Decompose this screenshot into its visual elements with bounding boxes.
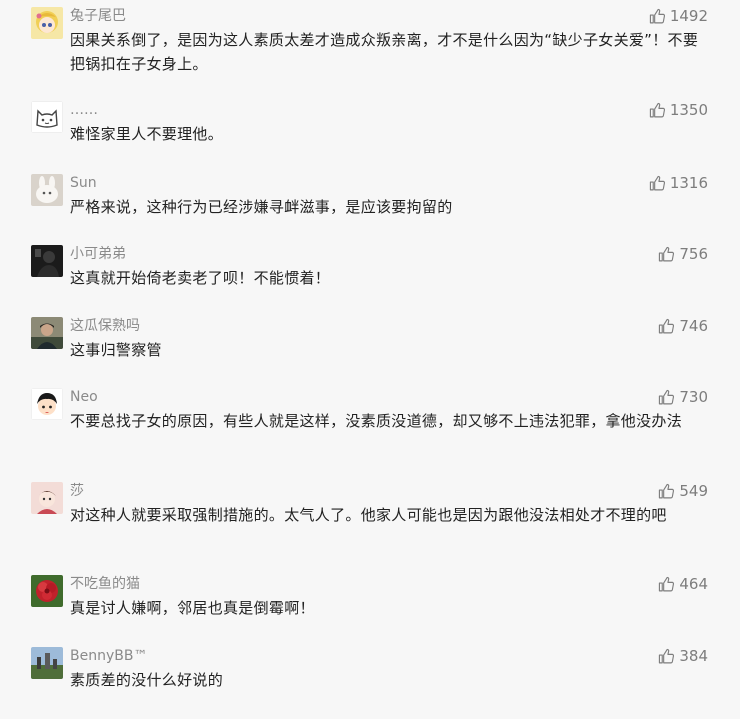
comment-text: 真是讨人嫌啊，邻居也真是倒霉啊！: [70, 599, 315, 617]
comment-list: 兔子尾巴 因果关系倒了，是因为这人素质太差才造成众叛亲离，才不是什么因为“缺少子…: [0, 0, 740, 719]
like-count: 746: [679, 317, 708, 335]
comment-text: 难怪家里人不要理他。: [70, 125, 224, 143]
like-button[interactable]: 1350: [649, 100, 708, 120]
cartoon-boy-avatar-icon[interactable]: [31, 388, 63, 420]
thumbs-up-icon: [659, 648, 675, 663]
comment-text: 对这种人就要采取强制措施的。太气人了。他家人可能也是因为跟他没法相处才不理的吧: [70, 506, 667, 524]
person-photo-avatar-icon[interactable]: [31, 317, 63, 349]
comment-text: 这真就开始倚老卖老了呗！不能惯着！: [70, 269, 331, 287]
comment-username[interactable]: ……: [70, 101, 98, 119]
comment-text: 因果关系倒了，是因为这人素质太差才造成众叛亲离，才不是什么因为“缺少子女关爱”！…: [70, 31, 699, 73]
comment-username[interactable]: 这瓜保熟吗: [70, 317, 140, 335]
comment-text: 不要总找子女的原因，有些人就是这样，没素质没道德，却又够不上违法犯罪，拿他没办法: [70, 412, 683, 430]
like-button[interactable]: 464: [658, 574, 708, 594]
like-count: 1316: [669, 174, 708, 192]
like-button[interactable]: 1316: [649, 173, 708, 193]
thumbs-up-icon: [649, 175, 665, 190]
dark-figure-avatar-icon[interactable]: [31, 245, 63, 277]
cartoon-girl-avatar-icon[interactable]: [31, 7, 63, 39]
like-button[interactable]: 730: [658, 387, 708, 407]
like-button[interactable]: 549: [658, 481, 708, 501]
like-count: 756: [679, 245, 708, 263]
comment-username[interactable]: Sun: [70, 174, 97, 192]
thumbs-up-icon: [659, 318, 675, 333]
thumbs-up-icon: [649, 8, 665, 23]
thumbs-up-icon: [659, 389, 675, 404]
white-rabbit-avatar-icon[interactable]: [31, 174, 63, 206]
comment-text: 这事归警察管: [70, 341, 162, 359]
thumbs-up-icon: [659, 483, 675, 498]
landscape-avatar-icon[interactable]: [31, 647, 63, 679]
like-button[interactable]: 1492: [649, 6, 708, 26]
comment-username[interactable]: BennyBB™: [70, 647, 147, 665]
like-button[interactable]: 746: [658, 316, 708, 336]
cat-doodle-avatar-icon[interactable]: [31, 101, 63, 133]
like-button[interactable]: 384: [658, 646, 708, 666]
like-button[interactable]: 756: [658, 244, 708, 264]
thumbs-up-icon: [649, 102, 665, 117]
like-count: 464: [679, 575, 708, 593]
cartoon-face-avatar-icon[interactable]: [31, 482, 63, 514]
like-count: 1492: [669, 7, 708, 25]
comment-text: 严格来说，这种行为已经涉嫌寻衅滋事，是应该要拘留的: [70, 198, 453, 216]
thumbs-up-icon: [659, 246, 675, 261]
red-flower-avatar-icon[interactable]: [31, 575, 63, 607]
comment-username[interactable]: Neo: [70, 388, 98, 406]
like-count: 549: [679, 482, 708, 500]
like-count: 1350: [669, 101, 708, 119]
comment-text: 素质差的没什么好说的: [70, 671, 224, 689]
comment-username[interactable]: 莎: [70, 482, 84, 500]
like-count: 384: [679, 647, 708, 665]
comment-username[interactable]: 不吃鱼的猫: [70, 575, 140, 593]
like-count: 730: [679, 388, 708, 406]
comment-username[interactable]: 小可弟弟: [70, 245, 126, 263]
thumbs-up-icon: [659, 576, 675, 591]
comment-username[interactable]: 兔子尾巴: [70, 7, 126, 25]
